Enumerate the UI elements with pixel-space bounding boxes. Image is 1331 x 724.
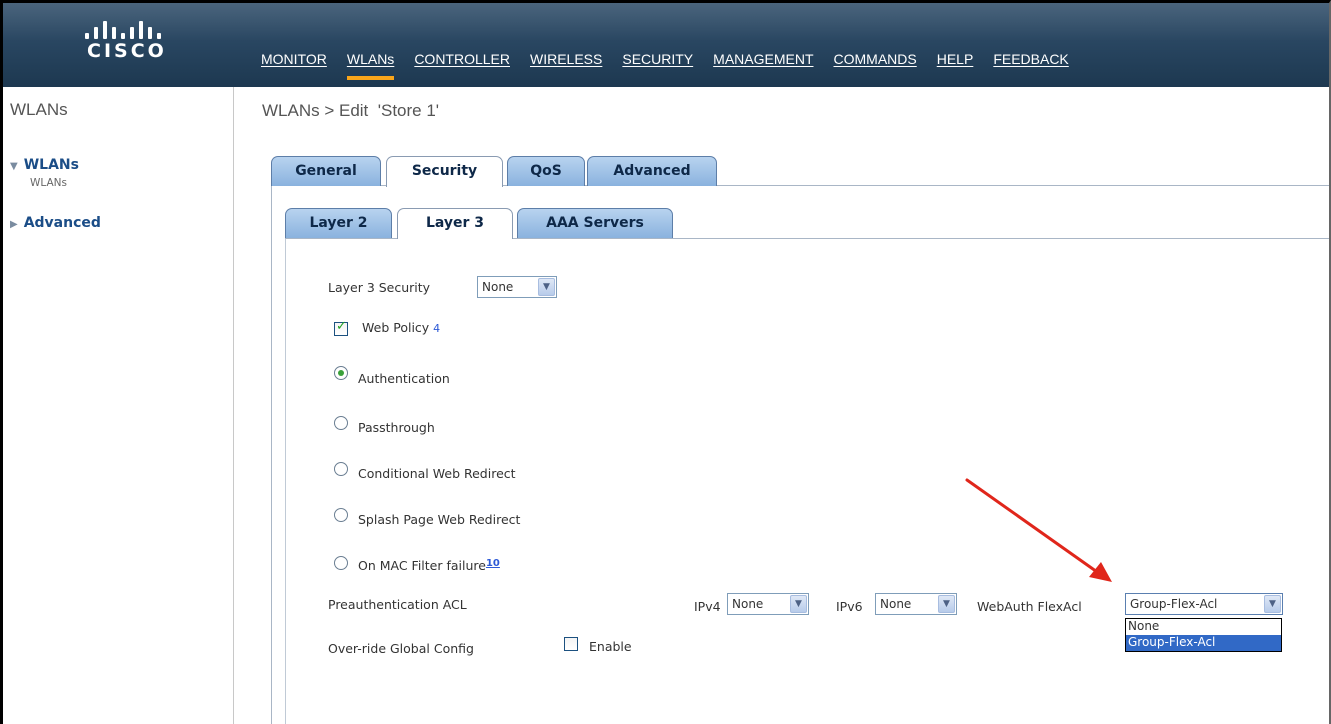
nav-commands[interactable]: COMMANDS — [834, 51, 917, 67]
sidebar-item-label: WLANs — [23, 157, 79, 173]
webauth-flexacl-options: None Group-Flex-Acl — [1125, 618, 1282, 652]
nav-security[interactable]: SECURITY — [622, 51, 693, 67]
logo-text: CISCO — [87, 40, 167, 62]
tab-qos[interactable]: QoS — [507, 156, 585, 186]
expanded-triangle-icon: ▼ — [10, 161, 18, 172]
preauth-acl-label: Preauthentication ACL — [328, 597, 467, 612]
enable-label: Enable — [589, 639, 632, 654]
web-policy-label: Web Policy 4 — [362, 320, 440, 335]
collapsed-triangle-icon: ▶ — [10, 219, 18, 230]
nav-wlans[interactable]: WLANs — [346, 51, 395, 80]
web-policy-text: Web Policy — [362, 320, 430, 335]
option-group-flex-acl[interactable]: Group-Flex-Acl — [1126, 635, 1281, 651]
webauth-flexacl-select[interactable]: Group-Flex-Acl ▼ — [1125, 593, 1283, 615]
tab-security[interactable]: Security — [386, 156, 503, 187]
radio-conditional-web-redirect[interactable] — [334, 462, 348, 476]
dropdown-arrow-icon: ▼ — [938, 595, 955, 613]
radio-label-on-mac-filter-failure: On MAC Filter failure10 — [358, 558, 500, 573]
nav-controller[interactable]: CONTROLLER — [414, 51, 510, 67]
ipv6-acl-select[interactable]: None ▼ — [875, 593, 957, 615]
radio-passthrough[interactable] — [334, 416, 348, 430]
select-value: None — [482, 280, 514, 294]
ipv6-label: IPv6 — [836, 599, 863, 614]
dropdown-arrow-icon: ▼ — [538, 278, 555, 296]
option-none[interactable]: None — [1126, 619, 1281, 635]
tab-advanced[interactable]: Advanced — [587, 156, 717, 186]
radio-splash-page-web-redirect[interactable] — [334, 508, 348, 522]
override-global-config-label: Over-ride Global Config — [328, 641, 474, 656]
top-nav: MONITOR WLANs CONTROLLER WIRELESS SECURI… — [261, 51, 1089, 80]
radio-label-splash-page-web-redirect: Splash Page Web Redirect — [358, 512, 521, 527]
nav-management[interactable]: MANAGEMENT — [713, 51, 813, 67]
web-policy-info-icon[interactable]: 4 — [433, 322, 440, 335]
enable-checkbox[interactable] — [564, 637, 578, 651]
layer3-security-label: Layer 3 Security — [328, 280, 431, 295]
header-sheen — [3, 3, 1329, 41]
select-value: None — [732, 597, 764, 611]
select-value: None — [880, 597, 912, 611]
nav-help[interactable]: HELP — [937, 51, 974, 67]
nav-feedback[interactable]: FEEDBACK — [993, 51, 1068, 67]
select-value: Group-Flex-Acl — [1130, 597, 1218, 611]
webauth-flexacl-label: WebAuth FlexAcl — [977, 599, 1082, 614]
dropdown-arrow-icon: ▼ — [790, 595, 807, 613]
tab-layer2[interactable]: Layer 2 — [285, 208, 392, 238]
ipv4-acl-select[interactable]: None ▼ — [727, 593, 809, 615]
radio-authentication[interactable] — [334, 366, 348, 380]
radio-label-passthrough: Passthrough — [358, 420, 435, 435]
sidebar-item-label: Advanced — [23, 215, 101, 231]
cisco-logo-bars-icon — [85, 19, 175, 39]
nav-wireless[interactable]: WIRELESS — [530, 51, 602, 67]
tab-aaa-servers[interactable]: AAA Servers — [517, 208, 673, 238]
sidebar-item-advanced[interactable]: ▶ Advanced — [10, 215, 101, 231]
tab-general[interactable]: General — [271, 156, 381, 186]
layer3-security-select[interactable]: None ▼ — [477, 276, 557, 298]
annotation-arrow-icon — [965, 478, 1112, 582]
mac-filter-info-link[interactable]: 10 — [486, 558, 500, 569]
radio-label-authentication: Authentication — [358, 371, 450, 386]
cisco-logo: CISCO — [85, 19, 175, 69]
web-policy-checkbox[interactable] — [334, 319, 348, 336]
sidebar-subitem-wlans[interactable]: WLANs — [30, 177, 67, 189]
radio-label-conditional-web-redirect: Conditional Web Redirect — [358, 466, 516, 481]
sidebar-title: WLANs — [10, 100, 68, 119]
mac-filter-text: On MAC Filter failure — [358, 558, 486, 573]
page-title: WLANs > Edit 'Store 1' — [262, 101, 440, 120]
sidebar: WLANs ▼ WLANs WLANs ▶ Advanced — [3, 87, 234, 724]
radio-on-mac-filter-failure[interactable] — [334, 556, 348, 570]
top-header: CISCO MONITOR WLANs CONTROLLER WIRELESS … — [3, 3, 1329, 87]
sidebar-item-wlans[interactable]: ▼ WLANs — [10, 157, 79, 173]
panel-border-left — [271, 186, 272, 724]
nav-monitor[interactable]: MONITOR — [261, 51, 327, 67]
subpanel-border-left — [285, 238, 286, 724]
ipv4-label: IPv4 — [694, 599, 721, 614]
dropdown-arrow-icon: ▼ — [1264, 595, 1281, 613]
tab-layer3[interactable]: Layer 3 — [397, 208, 513, 239]
